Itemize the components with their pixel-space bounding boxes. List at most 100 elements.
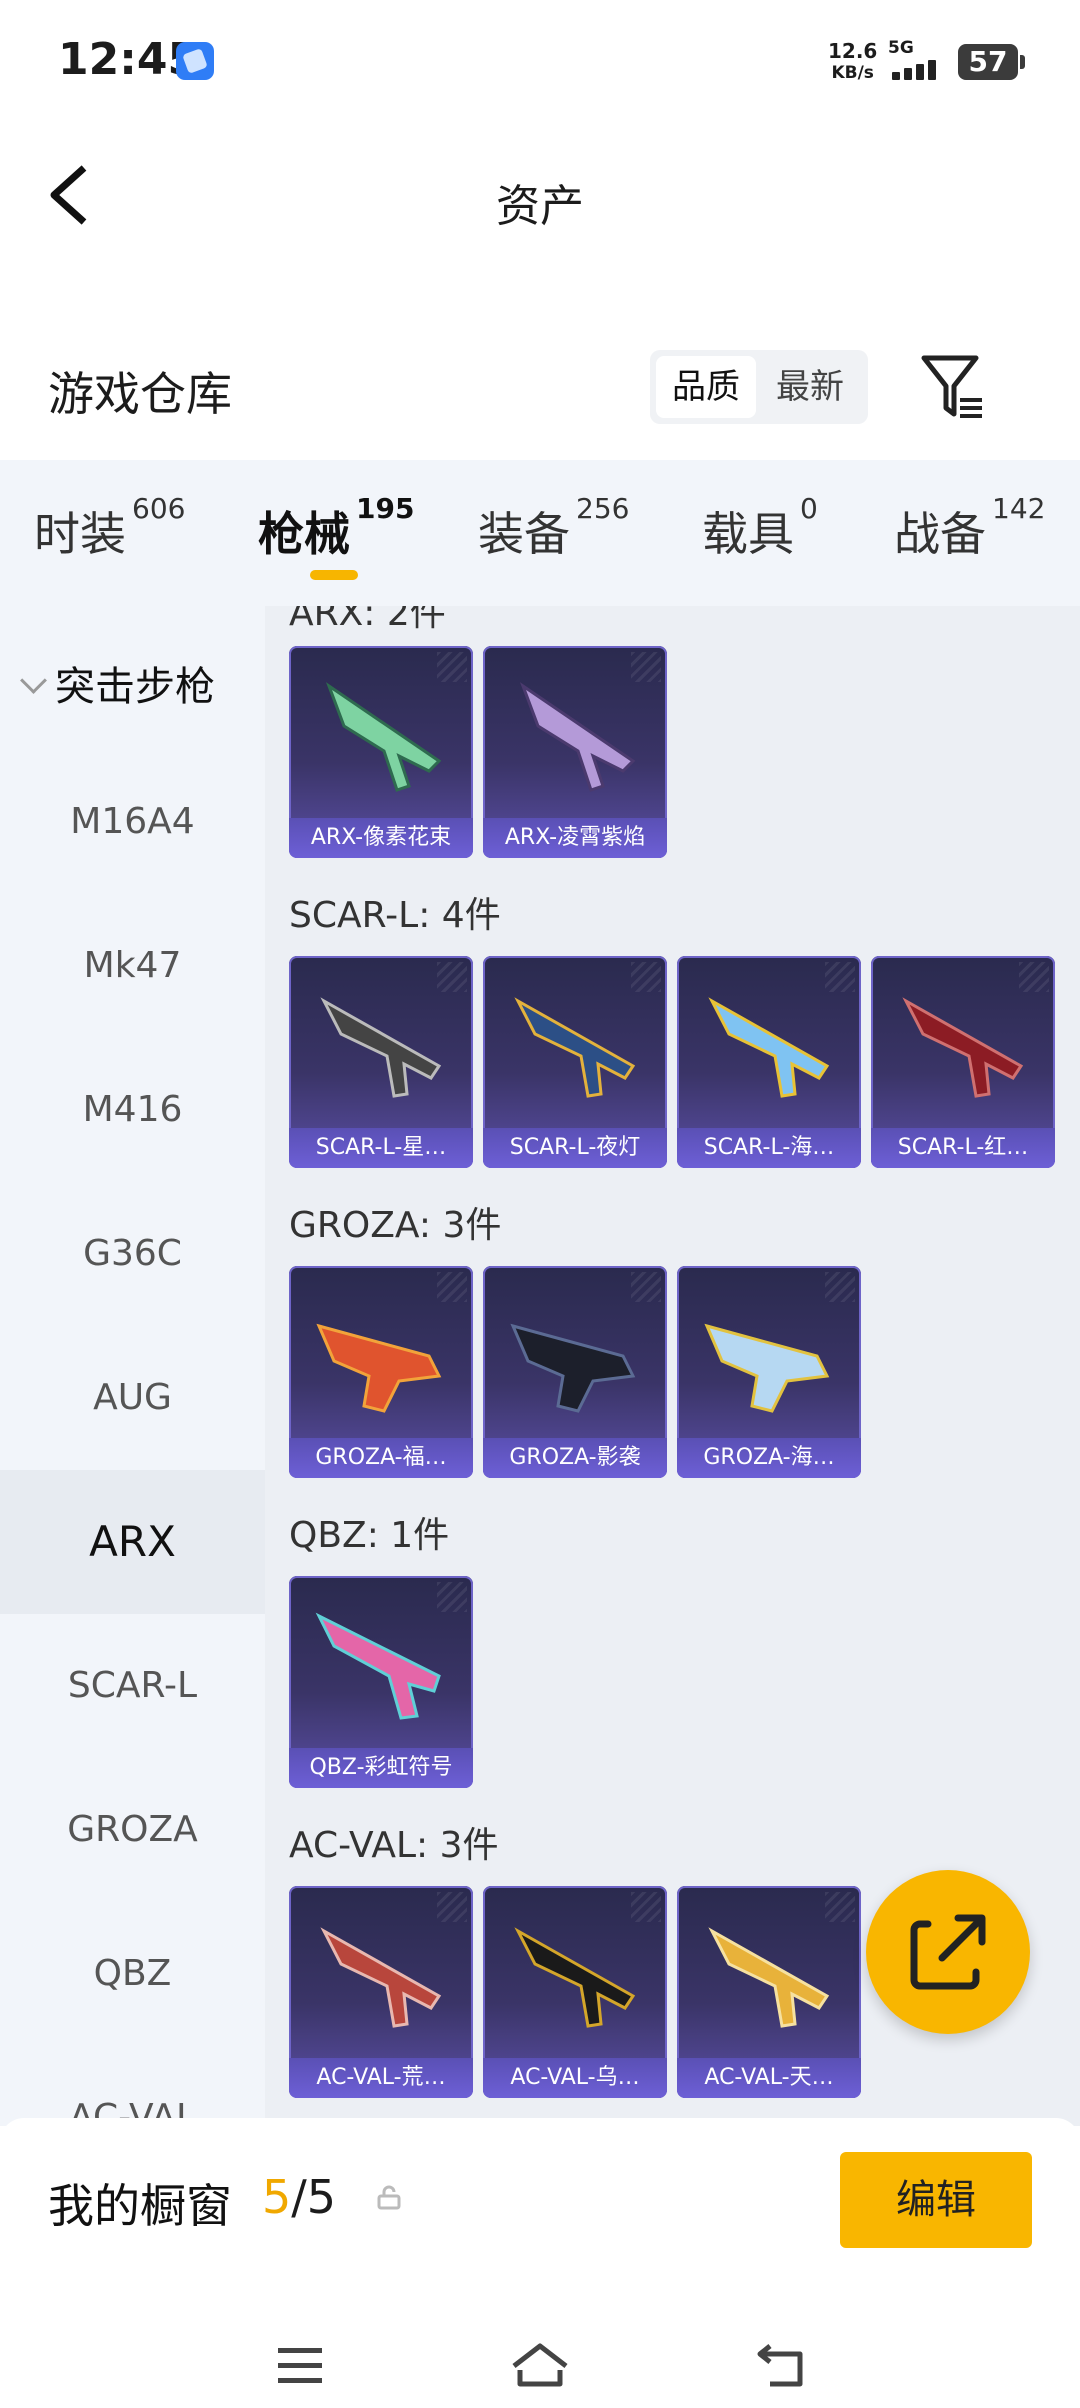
edit-button[interactable]: 编辑 <box>840 2152 1032 2248</box>
network-type: 5G <box>888 38 914 58</box>
speed-value: 12.6 <box>828 39 878 63</box>
sort-latest-button[interactable]: 最新 <box>760 356 860 418</box>
sidebar-item-arx[interactable]: ARX <box>0 1470 265 1614</box>
sidebar-item-ac-val[interactable]: AC-VAL <box>0 2046 265 2126</box>
showcase-title: 我的橱窗 <box>48 2179 232 2233</box>
rifle-skin-icon <box>902 997 1024 1098</box>
sort-toggle: 品质 最新 <box>650 350 868 424</box>
showcase-total: /5 <box>291 2170 337 2224</box>
weapon-name: SCAR-L-夜灯 <box>483 1128 667 1168</box>
sidebar-item-g36c[interactable]: G36C <box>0 1182 265 1326</box>
tab-label: 时装 <box>34 507 126 561</box>
network-speed: 12.6 KB/s <box>828 40 877 84</box>
weapon-card[interactable]: SCAR-L-夜灯 <box>483 956 667 1168</box>
home-icon[interactable] <box>510 2342 570 2388</box>
page-title: 资产 <box>496 181 584 232</box>
rifle-skin-icon <box>325 682 442 792</box>
app-notification-icon <box>176 42 214 80</box>
tab-label: 载具 <box>702 507 794 561</box>
sidebar-category-header[interactable]: 突击步枪 <box>18 654 215 712</box>
rifle-skin-icon <box>514 1927 636 2028</box>
lock-icon <box>376 2184 402 2210</box>
sort-quality-button[interactable]: 品质 <box>656 356 756 418</box>
weapon-name: AC-VAL-乌… <box>483 2058 667 2098</box>
weapon-name: GROZA-海… <box>677 1438 861 1478</box>
weapon-card[interactable]: ARX-像素花束 <box>289 646 473 858</box>
weapon-card[interactable]: GROZA-福… <box>289 1266 473 1478</box>
tab-label: 装备 <box>478 507 570 561</box>
battery-icon: 57 <box>958 44 1025 80</box>
back-nav-icon[interactable] <box>756 2342 806 2388</box>
rifle-skin-icon <box>510 1323 636 1413</box>
rifle-skin-icon <box>704 1323 830 1413</box>
status-bar: 12:45 12.6 KB/s 5G 57 <box>0 0 1080 120</box>
weapon-name: GROZA-影袭 <box>483 1438 667 1478</box>
tab-fashion[interactable]: 时装 606 <box>34 492 185 564</box>
sidebar-item-mk47[interactable]: Mk47 <box>0 894 265 1038</box>
sidebar-item-m416[interactable]: M416 <box>0 1038 265 1182</box>
speed-unit: KB/s <box>831 63 874 83</box>
rifle-skin-icon <box>320 1927 442 2028</box>
tab-equipment[interactable]: 装备 256 <box>478 492 629 564</box>
tab-label: 战备 <box>894 507 986 561</box>
rifle-skin-icon <box>514 997 636 1098</box>
chevron-down-icon <box>20 667 47 694</box>
showcase-current: 5 <box>262 2170 292 2224</box>
weapon-card[interactable]: SCAR-L-海… <box>677 956 861 1168</box>
tab-count: 195 <box>356 492 415 525</box>
signal-icon <box>892 58 948 80</box>
rifle-skin-icon <box>708 1927 830 2028</box>
tab-count: 0 <box>800 492 818 525</box>
weapon-card[interactable]: SCAR-L-红… <box>871 956 1055 1168</box>
menu-icon[interactable] <box>276 2346 324 2386</box>
weapon-card[interactable]: GROZA-影袭 <box>483 1266 667 1478</box>
weapon-name: SCAR-L-红… <box>871 1128 1055 1168</box>
weapon-name: GROZA-福… <box>289 1438 473 1478</box>
section-label-ac-val: AC-VAL: 3件 <box>289 1825 499 1866</box>
sidebar-heading: 突击步枪 <box>55 664 215 710</box>
weapon-card[interactable]: AC-VAL-天… <box>677 1886 861 2098</box>
section-label-qbz: QBZ: 1件 <box>289 1515 450 1556</box>
rifle-skin-icon <box>316 1323 442 1413</box>
weapon-name: AC-VAL-荒… <box>289 2058 473 2098</box>
weapon-card[interactable]: AC-VAL-荒… <box>289 1886 473 2098</box>
section-label-arx: ARX: 2件 <box>289 606 446 634</box>
tab-count: 256 <box>576 492 630 525</box>
tab-supplies[interactable]: 战备 142 <box>894 492 1045 564</box>
sidebar-item-scar-l[interactable]: SCAR-L <box>0 1614 265 1758</box>
tab-count: 142 <box>992 492 1046 525</box>
weapon-name: QBZ-彩虹符号 <box>289 1748 473 1788</box>
weapon-card[interactable]: QBZ-彩虹符号 <box>289 1576 473 1788</box>
rifle-skin-icon <box>315 1612 441 1720</box>
sidebar-item-qbz[interactable]: QBZ <box>0 1902 265 2046</box>
sidebar-item-m16a4[interactable]: M16A4 <box>0 750 265 894</box>
rifle-skin-icon <box>708 997 830 1098</box>
tab-vehicles[interactable]: 载具 0 <box>702 492 818 564</box>
weapon-card[interactable]: GROZA-海… <box>677 1266 861 1478</box>
rifle-skin-icon <box>519 682 636 792</box>
warehouse-title: 游戏仓库 <box>48 367 232 421</box>
weapon-name: ARX-凌霄紫焰 <box>483 818 667 858</box>
filter-icon[interactable] <box>920 352 990 424</box>
tab-guns[interactable]: 枪械 195 <box>258 492 414 564</box>
sidebar-item-aug[interactable]: AUG <box>0 1326 265 1470</box>
weapon-name: ARX-像素花束 <box>289 818 473 858</box>
weapon-name: AC-VAL-天… <box>677 2058 861 2098</box>
weapon-sidebar: 突击步枪 M16A4 Mk47 M416 G36C AUG ARX SCAR-L… <box>0 606 265 2126</box>
weapon-card[interactable]: AC-VAL-乌… <box>483 1886 667 2098</box>
sidebar-item-groza[interactable]: GROZA <box>0 1758 265 1902</box>
share-icon <box>910 1914 986 1990</box>
system-nav-bar <box>0 2308 1080 2408</box>
section-label-scar-l: SCAR-L: 4件 <box>289 895 501 936</box>
tab-label: 枪械 <box>258 507 350 561</box>
section-label-groza: GROZA: 3件 <box>289 1205 502 1246</box>
weapon-card[interactable]: ARX-凌霄紫焰 <box>483 646 667 858</box>
weapon-card[interactable]: SCAR-L-星… <box>289 956 473 1168</box>
share-fab-button[interactable] <box>866 1870 1030 2034</box>
rifle-skin-icon <box>320 997 442 1098</box>
category-tabs: 时装 606 枪械 195 装备 256 载具 0 战备 142 <box>0 460 1080 606</box>
active-tab-indicator <box>310 570 358 580</box>
showcase-count: 5/5 <box>262 2170 336 2224</box>
tab-count: 606 <box>132 492 186 525</box>
weapon-name: SCAR-L-星… <box>289 1128 473 1168</box>
